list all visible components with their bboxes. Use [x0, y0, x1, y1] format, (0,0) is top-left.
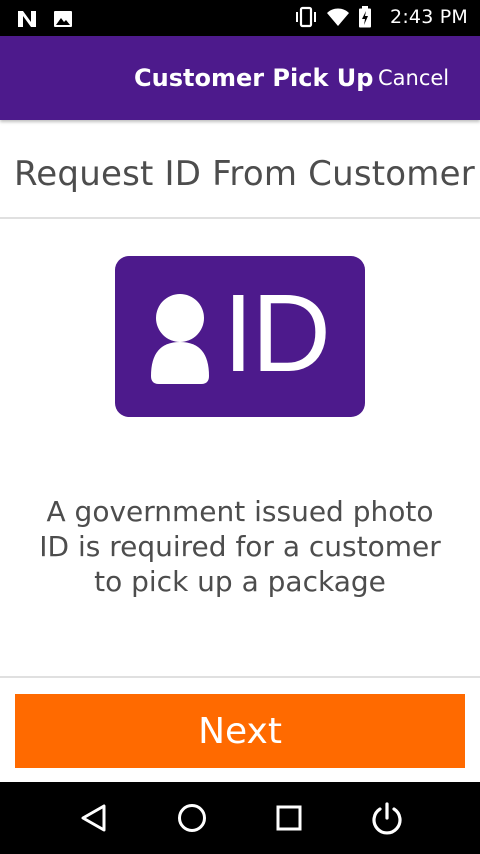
app-bar: Customer Pick Up Cancel — [0, 36, 480, 120]
status-right-icons: 2:43 PM — [294, 6, 468, 28]
battery-charging-icon — [358, 6, 380, 28]
next-button[interactable]: Next — [15, 694, 465, 768]
recents-icon[interactable] — [271, 800, 307, 836]
status-left-icons — [16, 8, 74, 30]
status-bar: 2:43 PM — [0, 0, 480, 36]
heading-divider — [0, 217, 480, 219]
vibrate-icon — [294, 6, 317, 28]
power-icon[interactable] — [369, 800, 405, 836]
status-time: 2:43 PM — [390, 6, 468, 28]
id-requirement-description: A government issued photo ID is required… — [0, 494, 480, 599]
description-line: A government issued photo — [46, 495, 434, 528]
back-icon[interactable] — [76, 800, 112, 836]
footer-divider — [0, 676, 480, 678]
person-id-icon: ID — [115, 256, 365, 417]
id-label: ID — [223, 272, 331, 395]
cancel-button[interactable]: Cancel — [378, 66, 449, 90]
description-line: ID is required for a customer — [39, 530, 441, 563]
image-notification-icon — [52, 8, 74, 30]
page-heading: Request ID From Customer — [14, 154, 475, 194]
app-title: Customer Pick Up — [134, 64, 374, 92]
system-nav-bar — [0, 782, 480, 854]
description-line: to pick up a package — [94, 565, 386, 598]
wifi-icon — [326, 6, 350, 28]
n-notification-icon — [16, 8, 38, 30]
home-icon[interactable] — [174, 800, 210, 836]
